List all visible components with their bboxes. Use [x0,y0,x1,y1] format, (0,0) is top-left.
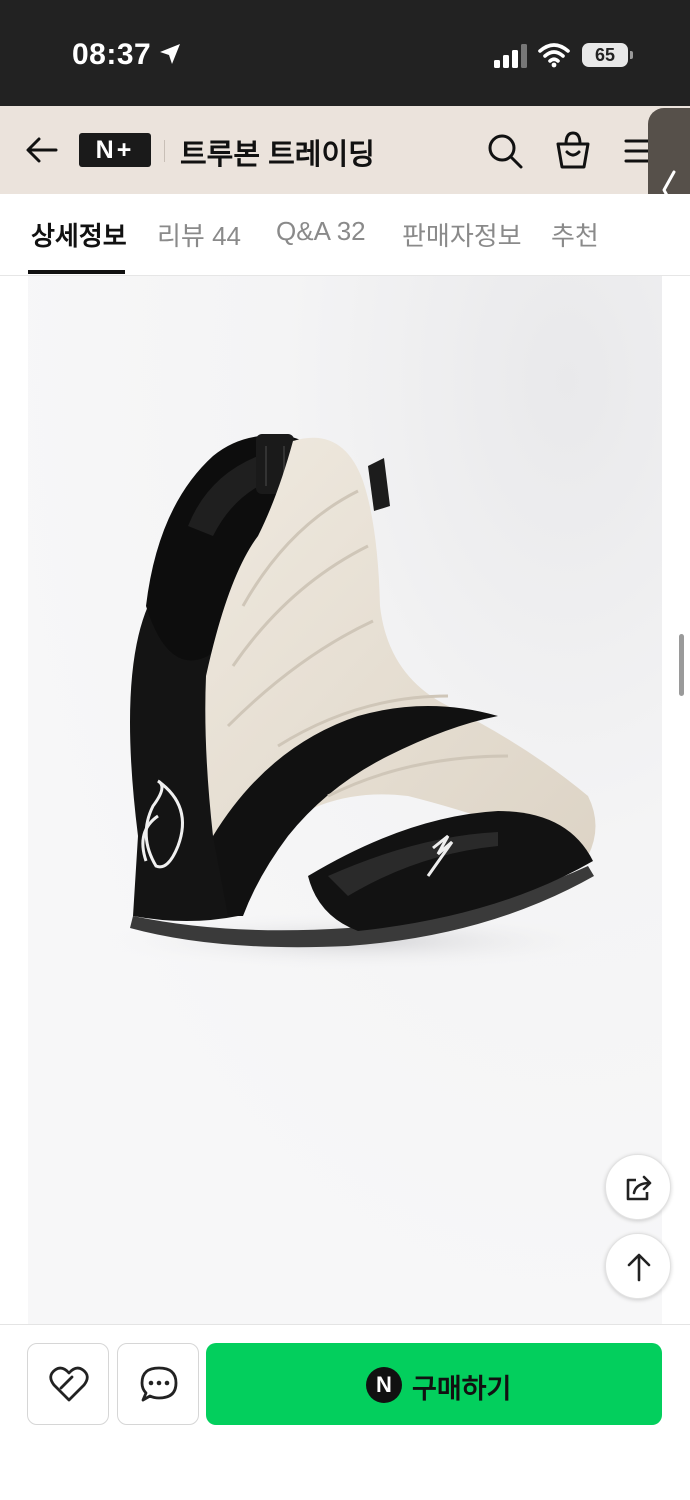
share-icon [626,1175,652,1201]
share-button[interactable] [605,1154,671,1220]
tab-qna[interactable]: Q&A 32 [276,216,366,247]
wifi-icon [538,43,570,68]
tab-recommend[interactable]: 추천 [551,216,599,253]
product-tabs: 상세정보 리뷰 44 Q&A 32 판매자정보 추천 [0,194,690,276]
search-icon[interactable] [486,132,524,170]
battery-indicator: 65 [582,43,633,67]
talk-button[interactable] [117,1343,199,1425]
bottom-action-bar: N 구매하기 [0,1324,690,1500]
status-bar: 08:37 65 [0,0,690,106]
shoe-illustration [28,276,662,1324]
naver-pay-badge: N [366,1367,402,1403]
tab-details[interactable]: 상세정보 [31,216,127,253]
store-name[interactable]: 트루본 트레이딩 [180,131,375,173]
header-divider [164,140,165,162]
scroll-indicator[interactable] [679,634,684,696]
heart-icon [49,1366,89,1402]
shopping-bag-icon[interactable] [554,130,592,170]
top-header: N+ 트루본 트레이딩 [0,106,690,194]
tab-seller-info[interactable]: 판매자정보 [402,216,522,253]
location-arrow-icon [160,44,180,64]
clock: 08:37 [72,38,152,71]
naver-plus-logo[interactable]: N+ [79,133,151,167]
wishlist-button[interactable] [27,1343,109,1425]
scroll-to-top-button[interactable] [605,1233,671,1299]
chat-bubble-icon [140,1366,178,1402]
arrow-up-icon [627,1253,651,1282]
back-arrow-icon[interactable] [24,132,60,168]
tab-reviews[interactable]: 리뷰 44 [157,216,241,253]
buy-button[interactable]: N 구매하기 [206,1343,662,1425]
product-image[interactable] [28,276,662,1324]
active-tab-underline [28,270,125,274]
buy-button-label: 구매하기 [412,1374,512,1404]
cellular-signal-icon [494,44,527,68]
